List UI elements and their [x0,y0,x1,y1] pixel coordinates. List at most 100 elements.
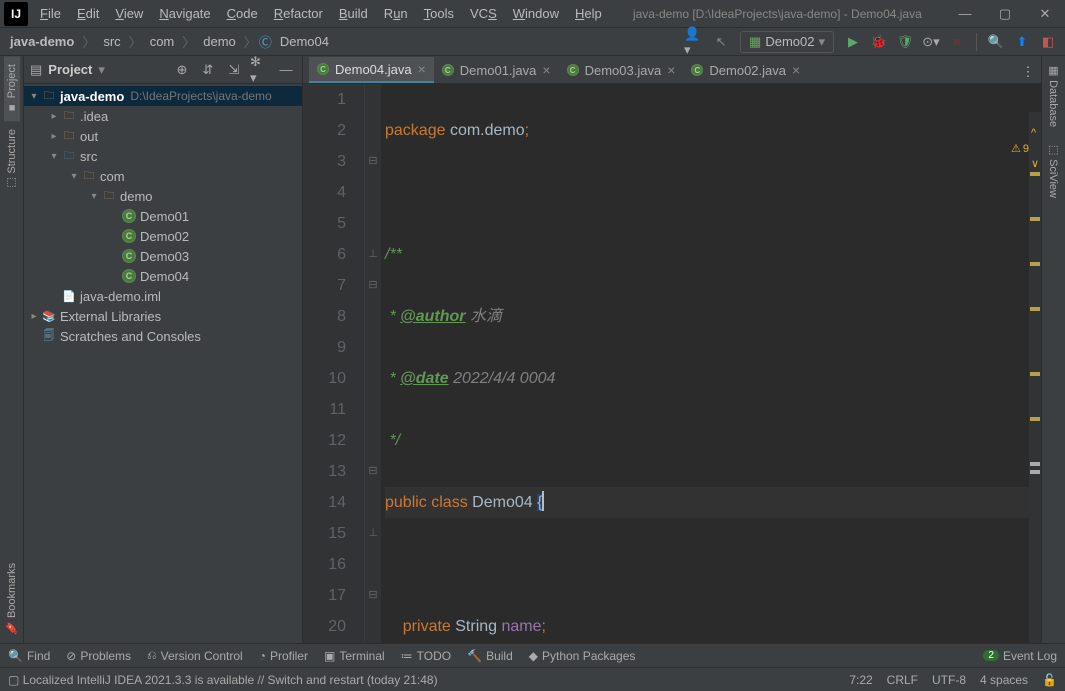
bottom-toolbar: 🔍 Find ⊘ Problems ⎌ Version Control ◔ Pr… [0,643,1065,667]
tab-demo01[interactable]: C Demo01.java × [434,57,559,83]
menu-bar: File Edit View Navigate Code Refactor Bu… [32,2,610,25]
status-hide-icon[interactable]: ▢ [8,673,19,687]
project-panel-header: ▤ Project ▾ ⊕ ⇵ ⇲ ✻ ▾ — [24,56,302,84]
hide-panel-icon[interactable]: — [276,60,296,80]
status-indent[interactable]: 4 spaces [980,673,1028,687]
window-title: java-demo [D:\IdeaProjects\java-demo] - … [610,7,945,21]
left-tab-structure[interactable]: ⬚ Structure [3,121,20,198]
menu-run[interactable]: Run [376,2,416,25]
bottom-problems[interactable]: ⊘ Problems [66,649,131,663]
tree-iml[interactable]: 📄java-demo.iml [24,286,302,306]
minimize-button[interactable]: — [945,0,985,28]
crumb-class[interactable]: Demo04 [274,32,335,51]
tree-folder-com[interactable]: ▾🗀com [24,166,302,186]
left-tab-bookmarks[interactable]: 🔖 Bookmarks [3,555,20,643]
event-log-button[interactable]: 2 Event Log [983,649,1057,663]
bottom-profiler[interactable]: ◔ Profiler [259,649,308,663]
tree-scratches[interactable]: 🗐Scratches and Consoles [24,326,302,346]
code-text[interactable]: package com.demo; /** * @author 水滴 * @da… [381,84,1041,643]
left-toolwindow-bar: ■ Project ⬚ Structure 🔖 Bookmarks [0,56,24,643]
tree-class-demo03[interactable]: CDemo03 [24,246,302,266]
collapse-all-icon[interactable]: ⇲ [224,60,244,80]
title-bar: IJ File Edit View Navigate Code Refactor… [0,0,1065,28]
menu-tools[interactable]: Tools [416,2,462,25]
navigation-bar: java-demo〉 src〉 com〉 demo〉 Ⓒ Demo04 👤▾ ↖… [0,28,1065,56]
expand-all-icon[interactable]: ⇵ [198,60,218,80]
editor-tabs: C Demo04.java × C Demo01.java × C Demo03… [303,56,1041,84]
crumb-src[interactable]: src [97,32,126,51]
tab-demo02[interactable]: C Demo02.java × [683,57,808,83]
tab-demo03[interactable]: C Demo03.java × [559,57,684,83]
tree-folder-src[interactable]: ▾🗀src [24,146,302,166]
run-config-selector[interactable]: ▦ Demo02 ▾ [740,31,834,53]
editor-area: C Demo04.java × C Demo01.java × C Demo03… [303,56,1041,643]
maximize-button[interactable]: ▢ [985,0,1025,28]
tab-close-icon[interactable]: × [667,62,675,78]
tree-class-demo04[interactable]: CDemo04 [24,266,302,286]
menu-build[interactable]: Build [331,2,376,25]
menu-edit[interactable]: Edit [69,2,107,25]
menu-refactor[interactable]: Refactor [266,2,331,25]
tree-folder-demo[interactable]: ▾🗀demo [24,186,302,206]
project-tool-window: ▤ Project ▾ ⊕ ⇵ ⇲ ✻ ▾ — ▾🗀 java-demo D:\… [24,56,303,643]
marker-stripe[interactable]: ⚠ 9 ^ ∨ [1029,112,1041,643]
right-tab-sciview[interactable]: ⬚ SciView [1045,135,1062,206]
right-tab-database[interactable]: ▦ Database [1045,56,1062,135]
left-tab-project[interactable]: ■ Project [4,56,20,121]
app-logo-icon: IJ [4,2,28,26]
menu-help[interactable]: Help [567,2,610,25]
tree-class-demo01[interactable]: CDemo01 [24,206,302,226]
tab-label: Demo04.java [335,62,412,77]
status-message[interactable]: Localized IntelliJ IDEA 2021.3.3 is avai… [23,673,438,687]
tree-folder-out[interactable]: ▸🗀out [24,126,302,146]
fold-gutter[interactable]: ⊟⊥ ⊟ ⊟⊥⊟ [365,84,381,643]
status-caret-pos[interactable]: 7:22 [849,673,872,687]
right-toolwindow-bar: ▦ Database ⬚ SciView [1041,56,1065,643]
line-number-gutter: 1 2 3 4 5 6 7 8 9 10 11 12 13 14 15 16 1… [303,84,365,643]
bottom-build[interactable]: 🔨 Build [467,649,513,663]
menu-window[interactable]: Window [505,2,567,25]
tab-label: Demo01.java [460,63,537,78]
user-icon[interactable]: 👤▾ [684,31,706,53]
tree-root[interactable]: ▾🗀 java-demo D:\IdeaProjects\java-demo [24,86,302,106]
status-lock-icon[interactable]: 🔓 [1042,673,1057,687]
tree-external-libs[interactable]: ▸📚External Libraries [24,306,302,326]
tab-close-icon[interactable]: × [542,62,550,78]
profile-button[interactable]: ⊙▾ [920,31,942,53]
status-line-sep[interactable]: CRLF [887,673,918,687]
stop-button[interactable]: ■ [946,31,968,53]
bottom-find[interactable]: 🔍 Find [8,649,50,663]
tab-close-icon[interactable]: × [792,62,800,78]
search-button[interactable]: 🔍 [985,31,1007,53]
status-encoding[interactable]: UTF-8 [932,673,966,687]
coverage-button[interactable]: 🛡 [894,31,916,53]
run-button[interactable]: ▶ [842,31,864,53]
build-icon[interactable]: ↖ [710,31,732,53]
menu-file[interactable]: File [32,2,69,25]
menu-vcs[interactable]: VCS [462,2,505,25]
menu-navigate[interactable]: Navigate [151,2,218,25]
close-button[interactable]: ✕ [1025,0,1065,28]
editor-more-icon[interactable]: ⋮ [1017,61,1039,83]
tab-close-icon[interactable]: × [418,61,426,77]
crumb-com[interactable]: com [144,32,181,51]
project-tree: ▾🗀 java-demo D:\IdeaProjects\java-demo ▸… [24,84,302,643]
warning-indicator[interactable]: ⚠ 9 ^ ∨ [1011,118,1039,180]
ide-settings-icon[interactable]: ◧ [1037,31,1059,53]
bottom-terminal[interactable]: ▣ Terminal [324,649,385,663]
crumb-project[interactable]: java-demo [4,32,80,51]
crumb-demo[interactable]: demo [197,32,242,51]
bottom-todo[interactable]: ≔ TODO [401,649,451,663]
select-opened-file-icon[interactable]: ⊕ [172,60,192,80]
menu-code[interactable]: Code [219,2,266,25]
bottom-vcs[interactable]: ⎌ Version Control [147,648,243,663]
update-button[interactable]: ⬆ [1011,31,1033,53]
tree-folder-idea[interactable]: ▸🗀.idea [24,106,302,126]
tree-class-demo02[interactable]: CDemo02 [24,226,302,246]
code-editor[interactable]: 1 2 3 4 5 6 7 8 9 10 11 12 13 14 15 16 1… [303,84,1041,643]
menu-view[interactable]: View [107,2,151,25]
debug-button[interactable]: 🐞 [868,31,890,53]
settings-icon[interactable]: ✻ ▾ [250,60,270,80]
bottom-python[interactable]: ◆ Python Packages [529,649,636,663]
tab-demo04[interactable]: C Demo04.java × [309,57,434,83]
